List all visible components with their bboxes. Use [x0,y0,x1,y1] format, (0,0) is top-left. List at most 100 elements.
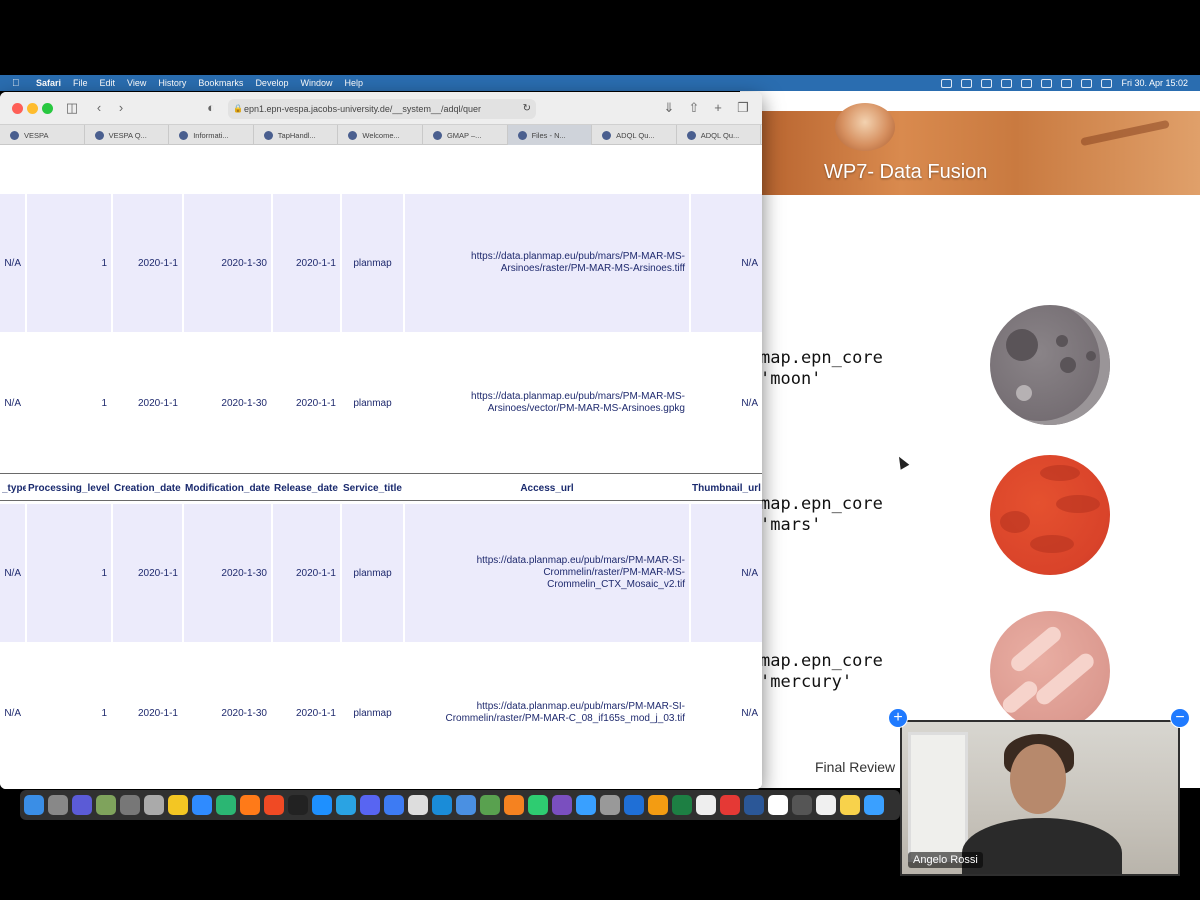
cell-type: N/A [4,707,21,719]
header-processing-level[interactable]: Processing_level [28,474,112,502]
cube-icon[interactable] [961,78,973,88]
chatgpt-icon[interactable] [528,795,548,815]
header-creation-date[interactable]: Creation_date [114,474,184,502]
launchpad-icon[interactable] [144,795,164,815]
zoom-out-button[interactable]: − [1170,708,1190,728]
skype-icon[interactable] [312,795,332,815]
video-tile[interactable]: Angelo Rossi [900,720,1180,876]
edge-icon[interactable] [216,795,236,815]
eclipse-icon[interactable] [552,795,572,815]
header-release-date[interactable]: Release_date [274,474,342,502]
menu-app-safari[interactable]: Safari [36,78,61,88]
zoom-in-button[interactable]: + [888,708,908,728]
cell-access-url[interactable]: https://data.planmap.eu/pub/mars/PM-MAR-… [405,504,689,642]
reminders-icon[interactable] [816,795,836,815]
notes-icon[interactable] [840,795,860,815]
tab[interactable]: ADQL Qu... [677,125,762,145]
reload-icon[interactable]: ↻ [523,99,531,119]
cell-access-url[interactable]: https://data.planmap.eu/pub/mars/PM-MAR-… [405,334,689,472]
cell-thumbnail-url: N/A [691,504,762,642]
apple-icon[interactable]:  [12,78,26,89]
privacy-shield-icon[interactable]: ◐ [202,99,220,117]
sidebar-icon[interactable]: ◫ [63,99,81,117]
screen:  Safari File Edit View History Bookmark… [0,0,1200,900]
vscode-icon[interactable] [624,795,644,815]
header-thumbnail-url[interactable]: Thumbnail_url [692,474,762,502]
word-icon[interactable] [744,795,764,815]
safari-icon[interactable] [192,795,212,815]
control-center-icon[interactable] [1101,78,1113,88]
menu-bookmarks[interactable]: Bookmarks [198,78,243,88]
discord-icon[interactable] [360,795,380,815]
telegram-icon[interactable] [336,795,356,815]
web-content[interactable]: N/A 1 2020-1-1 2020-1-30 2020-1-1 planma… [0,146,762,789]
minimize-window-button[interactable] [27,103,38,114]
new-tab-icon[interactable]: + [709,99,727,117]
terminal-icon[interactable] [288,795,308,815]
header-type[interactable]: _type [2,474,26,502]
app-store-icon[interactable] [864,795,884,815]
display-icon[interactable] [941,78,953,88]
tab[interactable]: VESPA Q... [85,125,170,145]
vim-icon[interactable] [96,795,116,815]
header-service-title[interactable]: Service_title [343,474,405,502]
zotero-icon[interactable] [720,795,740,815]
tab[interactable]: Welcome... [338,125,423,145]
mail-icon[interactable] [456,795,476,815]
tab[interactable]: ADQL Qu... [592,125,677,145]
tab[interactable]: TapHandl... [254,125,339,145]
drive-icon[interactable] [576,795,596,815]
share-icon[interactable]: ⇧ [685,99,703,117]
wifi-icon[interactable] [1061,78,1073,88]
header-access-url[interactable]: Access_url [405,474,689,502]
menu-view[interactable]: View [127,78,146,88]
search-icon[interactable] [1081,78,1093,88]
downloads-icon[interactable]: ⇓ [660,99,678,117]
qgis-icon[interactable] [480,795,500,815]
finder-icon[interactable] [24,795,44,815]
tab[interactable]: Informati... [169,125,254,145]
menubar-clock[interactable]: Fri 30. Apr 15:02 [1121,78,1188,88]
cell-access-url[interactable]: https://data.planmap.eu/pub/mars/PM-MAR-… [405,194,689,332]
screenshot-icon[interactable] [48,795,68,815]
skype-business-icon[interactable] [432,795,452,815]
menu-window[interactable]: Window [300,78,332,88]
tab[interactable]: GMAP –... [423,125,508,145]
menu-help[interactable]: Help [344,78,363,88]
calendar-icon[interactable] [768,795,788,815]
signal-icon[interactable] [384,795,404,815]
header-modification-date[interactable]: Modification_date [185,474,273,502]
bluetooth-icon[interactable] [1021,78,1033,88]
tab[interactable]: VESPA [0,125,85,145]
maximize-window-button[interactable] [42,103,53,114]
cell-access-url[interactable]: https://data.planmap.eu/pub/mars/PM-MAR-… [405,644,689,782]
battery-icon[interactable] [1041,78,1053,88]
close-window-button[interactable] [12,103,23,114]
menu-history[interactable]: History [158,78,186,88]
forward-icon[interactable]: › [112,99,130,117]
document-icon[interactable] [408,795,428,815]
excel-icon[interactable] [672,795,692,815]
tab-active[interactable]: Files - N... [507,125,593,145]
menu-develop[interactable]: Develop [255,78,288,88]
automator-icon[interactable] [792,795,812,815]
settings-icon[interactable] [120,795,140,815]
time-machine-icon[interactable] [1001,78,1013,88]
tab-overview-icon[interactable]: ❐ [734,99,752,117]
sublime-icon[interactable] [504,795,524,815]
snowflake-icon[interactable] [648,795,668,815]
back-icon[interactable]: ‹ [90,99,108,117]
menu-edit[interactable]: Edit [100,78,116,88]
url-line: Crommelin/raster/PM-MAR-MS- [543,567,685,578]
chrome-icon[interactable] [696,795,716,815]
preview-icon[interactable] [600,795,620,815]
cell-creation-date: 2020-1-1 [137,707,178,719]
brave-icon[interactable] [264,795,284,815]
menu-file[interactable]: File [73,78,88,88]
address-bar[interactable]: 🔒 epn1.epn-vespa.jacobs-university.de/__… [228,99,536,119]
moon-icon[interactable] [981,78,993,88]
menubar-status-area: Fri 30. Apr 15:02 [941,75,1188,91]
cyberduck-icon[interactable] [168,795,188,815]
imovie-icon[interactable] [72,795,92,815]
firefox-icon[interactable] [240,795,260,815]
